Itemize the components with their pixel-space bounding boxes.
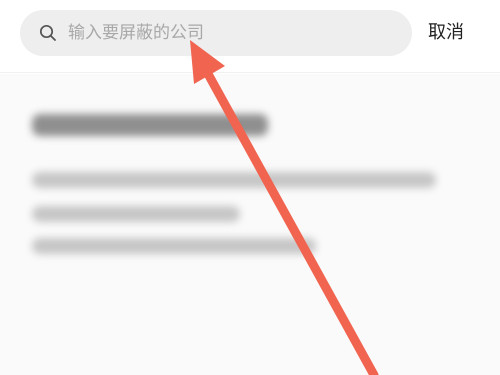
blurred-text-block	[32, 206, 240, 222]
divider	[0, 72, 500, 73]
blurred-text-block	[32, 172, 436, 188]
blurred-text-block	[32, 238, 316, 254]
blurred-title-block	[32, 114, 268, 136]
search-input[interactable]	[68, 18, 368, 48]
blurred-content-area	[0, 74, 500, 375]
page: 取消	[0, 0, 500, 375]
cancel-button[interactable]: 取消	[428, 18, 464, 48]
search-bar[interactable]	[20, 10, 412, 56]
search-icon	[38, 23, 58, 43]
